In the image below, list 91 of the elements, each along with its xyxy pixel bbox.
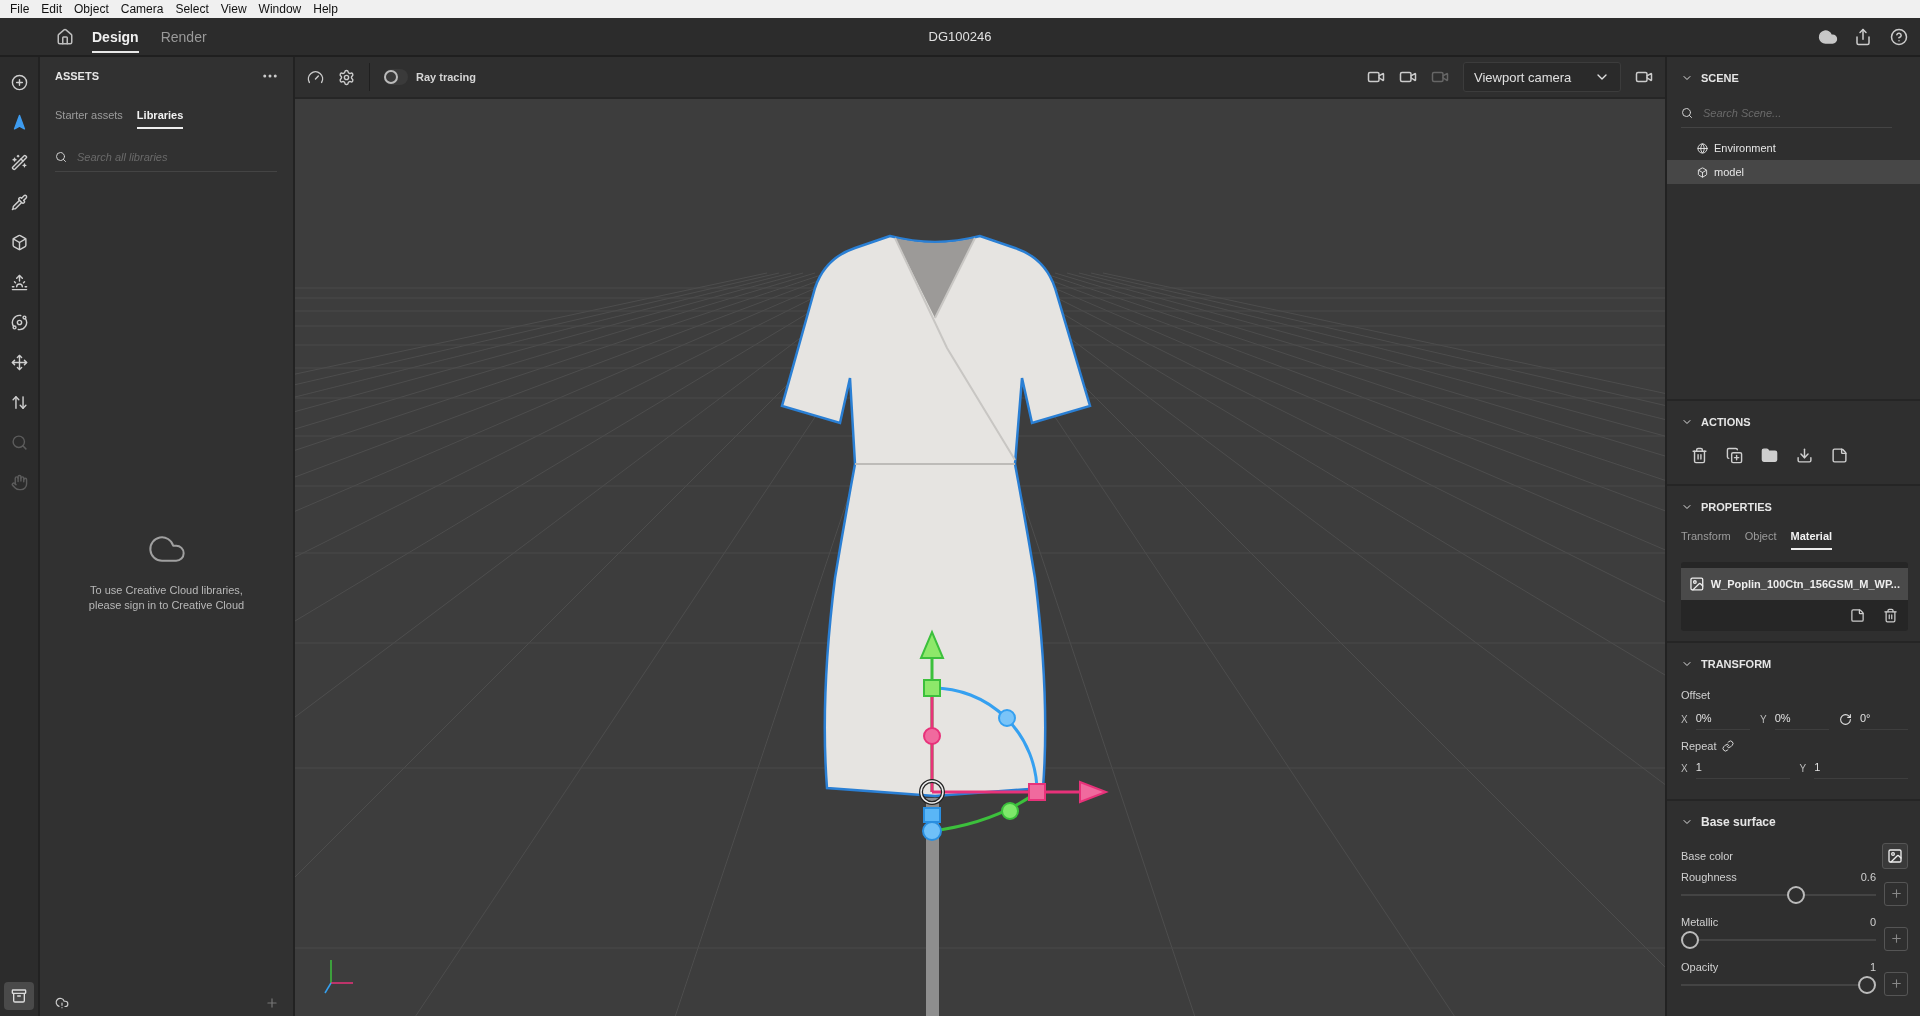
repeat-field[interactable]: 1 bbox=[1814, 758, 1908, 779]
scene-tree-item[interactable]: model bbox=[1667, 160, 1920, 184]
header-tab[interactable]: Design bbox=[92, 20, 139, 53]
share-icon[interactable] bbox=[1854, 27, 1872, 46]
section-title: PROPERTIES bbox=[1701, 501, 1772, 513]
slider-value: 1 bbox=[1869, 961, 1876, 973]
rotation-field[interactable]: 0° bbox=[1860, 709, 1908, 730]
offset-field[interactable]: 0% bbox=[1695, 709, 1750, 730]
menu-item[interactable]: Object bbox=[68, 2, 115, 16]
material-thumbnail-icon bbox=[1689, 574, 1705, 594]
slider-value: 0.6 bbox=[1860, 871, 1876, 883]
add-texture-button[interactable] bbox=[1884, 971, 1908, 996]
archive-panel-button[interactable] bbox=[4, 982, 34, 1010]
slider-label: Metallic bbox=[1681, 916, 1719, 928]
slider-thumb[interactable] bbox=[1787, 886, 1806, 904]
menu-item[interactable]: Window bbox=[252, 2, 308, 16]
plus-icon bbox=[1889, 977, 1903, 990]
slider-value: 0 bbox=[1869, 916, 1876, 928]
assets-tab[interactable]: Libraries bbox=[136, 109, 184, 129]
sign-in-message: To use Creative Cloud libraries, please sign in to Creative Cloud bbox=[87, 583, 246, 613]
properties-tab[interactable]: Object bbox=[1744, 530, 1777, 550]
texture-icon bbox=[1887, 848, 1903, 864]
base-color-swatch[interactable] bbox=[1882, 843, 1908, 869]
document-title: DG100246 bbox=[928, 29, 992, 44]
scene-tree-item[interactable]: Environment bbox=[1667, 136, 1920, 160]
menu-item[interactable]: Help bbox=[307, 2, 344, 16]
offset-label: Offset bbox=[1681, 689, 1711, 701]
menu-item[interactable]: Camera bbox=[114, 2, 170, 16]
delete-icon[interactable] bbox=[1883, 608, 1898, 623]
zoom-icon bbox=[10, 433, 28, 451]
move-icon bbox=[10, 353, 28, 371]
add-icon bbox=[10, 73, 28, 91]
scene-search-field[interactable]: Search Scene... bbox=[1701, 106, 1892, 120]
light-icon bbox=[10, 273, 28, 291]
axis-indicator-icon bbox=[324, 959, 354, 994]
axis-label: X bbox=[1681, 714, 1688, 725]
plus-icon bbox=[1889, 932, 1903, 945]
model-icon bbox=[1697, 166, 1708, 178]
plus-icon bbox=[1889, 887, 1903, 900]
ray-tracing-label: Ray tracing bbox=[416, 71, 476, 83]
section-title: SCENE bbox=[1701, 72, 1739, 84]
magic-icon bbox=[10, 153, 28, 171]
repeat-label: Repeat bbox=[1681, 740, 1717, 752]
add-texture-button[interactable] bbox=[1884, 881, 1908, 906]
environment-icon bbox=[1697, 142, 1708, 154]
menu-item[interactable]: Select bbox=[169, 2, 215, 16]
cube-icon bbox=[10, 233, 28, 251]
base-color-label: Base color bbox=[1681, 850, 1733, 862]
folder-icon[interactable] bbox=[1761, 447, 1778, 464]
slider-thumb[interactable] bbox=[1858, 976, 1876, 994]
rotation-icon bbox=[1839, 713, 1852, 726]
panel-title: ASSETS bbox=[55, 70, 99, 82]
duplicate-icon[interactable] bbox=[1726, 447, 1743, 464]
camera-select[interactable]: Viewport camera bbox=[1463, 62, 1621, 92]
menu-item[interactable]: File bbox=[4, 2, 36, 16]
home-icon[interactable] bbox=[56, 27, 74, 46]
delete-icon[interactable] bbox=[1691, 447, 1708, 464]
section-title: TRANSFORM bbox=[1701, 658, 1772, 670]
section-title: Base surface bbox=[1701, 815, 1776, 829]
repeat-field[interactable]: 1 bbox=[1695, 758, 1790, 779]
eyedropper-icon bbox=[10, 193, 28, 211]
axis-label: Y bbox=[1799, 763, 1807, 774]
offset-field[interactable]: 0% bbox=[1774, 709, 1829, 730]
slider-label: Roughness bbox=[1681, 871, 1737, 883]
axis-label: X bbox=[1681, 763, 1688, 774]
search-icon bbox=[1681, 107, 1693, 119]
properties-tab[interactable]: Material bbox=[1790, 530, 1833, 550]
download-icon[interactable] bbox=[1796, 447, 1813, 464]
help-icon[interactable] bbox=[1890, 27, 1908, 46]
slider-label: Opacity bbox=[1681, 961, 1719, 973]
vertical-icon bbox=[10, 393, 28, 411]
slider-thumb[interactable] bbox=[1681, 931, 1699, 949]
archive-icon bbox=[11, 988, 27, 1004]
properties-tab[interactable]: Transform bbox=[1681, 530, 1731, 550]
note-icon[interactable] bbox=[1831, 447, 1848, 464]
note-icon[interactable] bbox=[1850, 608, 1865, 623]
menu-item[interactable]: View bbox=[214, 2, 253, 16]
section-title: ACTIONS bbox=[1701, 416, 1751, 428]
assets-tab[interactable]: Starter assets bbox=[55, 109, 123, 129]
ray-tracing-toggle[interactable] bbox=[384, 69, 408, 85]
render-settings-icon[interactable] bbox=[338, 68, 355, 86]
orbit-icon bbox=[10, 313, 28, 331]
performance-gauge-icon[interactable] bbox=[307, 68, 324, 86]
search-icon bbox=[55, 151, 67, 163]
link-icon[interactable] bbox=[1722, 740, 1735, 752]
hand-icon bbox=[10, 473, 28, 491]
add-texture-button[interactable] bbox=[1884, 926, 1908, 951]
header-tab[interactable]: Render bbox=[160, 20, 207, 53]
axis-label: Y bbox=[1760, 714, 1767, 725]
material-item[interactable]: W_Poplin_100Ctn_156GSM_M_WP... bbox=[1681, 568, 1908, 600]
menu-item[interactable]: Edit bbox=[35, 2, 69, 16]
